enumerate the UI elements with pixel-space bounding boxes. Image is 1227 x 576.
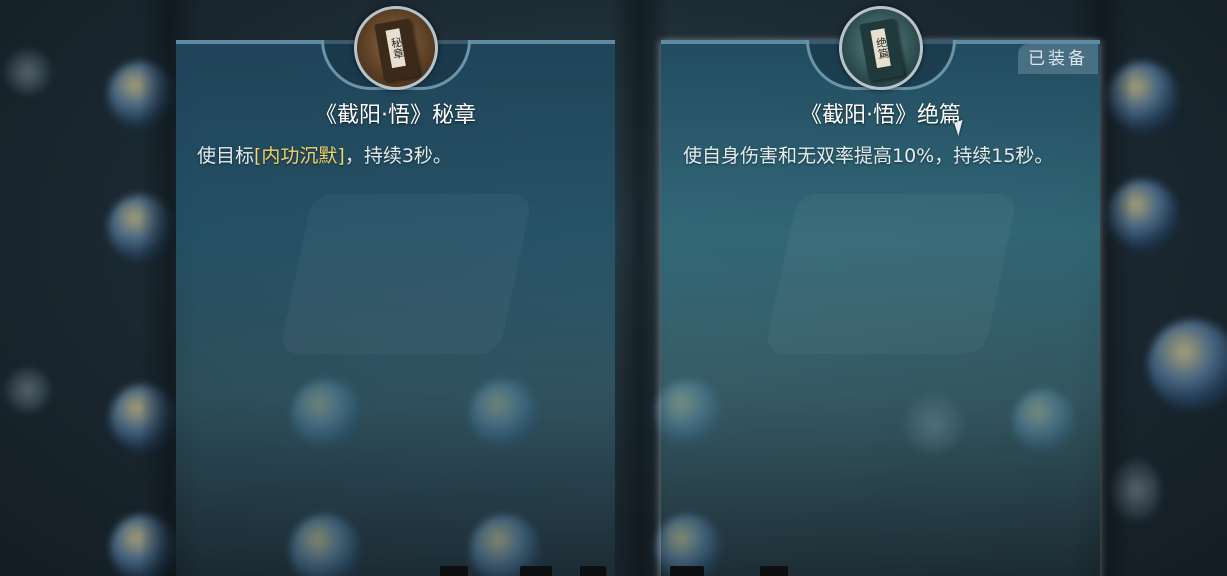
bg-skill-icon [1148, 320, 1227, 410]
game-screen: 秘章 《截阳·悟》秘章 使目标[内功沉默]，持续3秒。 已装备 绝篇 《截阳·悟… [0, 0, 1227, 576]
ultimate-book-icon: 绝篇 [839, 6, 923, 90]
card-watermark [278, 194, 534, 354]
subtitle-glyph [670, 566, 704, 576]
bg-skill-icon [6, 50, 50, 94]
equipped-badge: 已装备 [1018, 44, 1098, 74]
desc-highlight[interactable]: [内功沉默] [254, 145, 345, 167]
subtitle-glyph [520, 566, 552, 576]
bg-skill-icon [6, 368, 50, 412]
left-card-description: 使目标[内功沉默]，持续3秒。 [197, 142, 597, 171]
book-cover: 秘章 [374, 18, 420, 82]
right-card-title: 《截阳·悟》绝篇 [800, 103, 961, 128]
subtitle-glyph [440, 566, 468, 576]
left-card-title: 《截阳·悟》秘章 [315, 103, 476, 128]
desc-text: ，持续3秒。 [344, 145, 452, 167]
right-card-description: 使自身伤害和无双率提高10%，持续15秒。 [683, 145, 1054, 167]
subtitle-glyph [580, 566, 606, 576]
secret-book-icon: 秘章 [354, 6, 438, 90]
desc-text: 使目标 [197, 145, 255, 167]
book-tag: 绝篇 [870, 28, 891, 69]
book-tag: 秘章 [385, 28, 406, 69]
book-cover: 绝篇 [859, 18, 905, 82]
subtitle-glyph [760, 566, 788, 576]
card-watermark [763, 194, 1019, 354]
subtitle-fragment [420, 560, 860, 576]
